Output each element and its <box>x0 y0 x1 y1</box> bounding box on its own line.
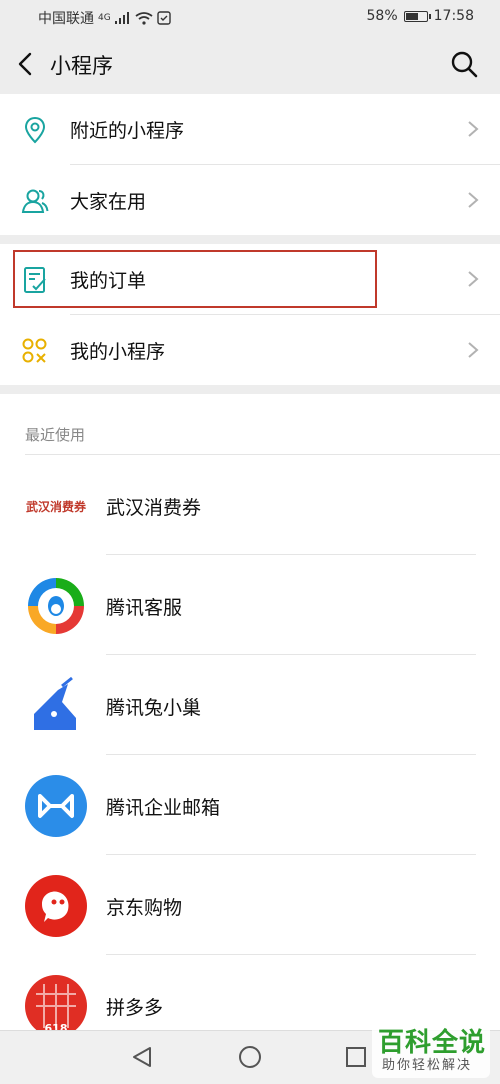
chevron-right-icon <box>468 271 479 287</box>
highlight-box <box>13 250 377 308</box>
menu-item-nearby[interactable]: 附近的小程序 <box>0 94 500 164</box>
battery-percent: 58% <box>366 8 398 24</box>
tencent-mail-logo <box>25 775 87 837</box>
status-bar: 中国联通 4G 58% 17:58 <box>0 0 500 34</box>
menu-item-my-mini-programs[interactable]: 我的小程序 <box>0 315 500 385</box>
app-name: 腾讯企业邮箱 <box>106 797 221 819</box>
back-arrow-icon[interactable] <box>14 50 38 78</box>
menu-item-label: 附近的小程序 <box>70 120 185 142</box>
app-name: 京东购物 <box>106 897 183 919</box>
jd-shopping-logo <box>25 875 87 937</box>
battery-fill <box>405 12 419 20</box>
chevron-right-icon <box>468 192 479 208</box>
status-left: 中国联通 4G <box>38 8 171 28</box>
wuhan-coupon-logo-text: 武汉消费券 <box>26 499 87 514</box>
watermark: 百科全说 助你轻松解决 <box>372 1020 490 1078</box>
chevron-right-icon <box>468 342 479 358</box>
app-name: 拼多多 <box>106 997 164 1019</box>
recent-section: 最近使用 武汉消费券 武汉消费券 腾讯客服 腾讯兔小巢 腾讯企业邮箱 京东购物 … <box>0 394 500 1037</box>
search-icon[interactable] <box>450 50 478 78</box>
page-title: 小程序 <box>50 54 113 78</box>
recent-app-item[interactable]: 腾讯客服 <box>0 555 500 655</box>
app-name: 武汉消费券 <box>106 497 202 519</box>
app-notification-icon <box>157 11 171 25</box>
menu-item-popular[interactable]: 大家在用 <box>0 165 500 235</box>
chevron-right-icon <box>468 121 479 137</box>
people-icon <box>21 189 49 213</box>
back-triangle-icon[interactable] <box>130 1045 154 1069</box>
recent-app-item[interactable]: 腾讯兔小巢 <box>0 655 500 755</box>
menu-item-label: 大家在用 <box>70 191 147 213</box>
clock: 17:58 <box>433 8 474 24</box>
menu-item-label: 我的小程序 <box>70 341 166 363</box>
recent-app-item[interactable]: 腾讯企业邮箱 <box>0 755 500 855</box>
network-type: 4G <box>98 13 111 23</box>
battery-icon <box>403 10 431 22</box>
wuhan-coupon-logo: 武汉消费券 <box>26 499 87 514</box>
signal-icon <box>114 12 129 24</box>
app-name: 腾讯兔小巢 <box>106 697 202 719</box>
menu-group-discover: 附近的小程序 大家在用 <box>0 94 500 235</box>
tencent-rabbit-logo <box>34 676 76 730</box>
recent-apps-square-icon[interactable] <box>344 1045 368 1069</box>
app-name: 腾讯客服 <box>106 597 183 619</box>
mini-program-icon <box>22 338 47 363</box>
status-right: 58% 17:58 <box>367 8 474 24</box>
location-pin-icon <box>24 116 46 144</box>
recent-app-item[interactable]: 京东购物 <box>0 855 500 955</box>
carrier-name: 中国联通 <box>38 11 94 27</box>
wifi-icon <box>135 11 153 25</box>
recent-app-item[interactable]: 武汉消费券 武汉消费券 <box>0 455 500 555</box>
section-header: 最近使用 <box>25 426 86 444</box>
navigation-bar: 小程序 <box>0 34 500 94</box>
pinduoduo-logo: 618 <box>25 975 87 1037</box>
tencent-service-logo <box>28 578 84 634</box>
home-circle-icon[interactable] <box>238 1045 262 1069</box>
watermark-subtitle: 助你轻松解决 <box>382 1058 473 1073</box>
